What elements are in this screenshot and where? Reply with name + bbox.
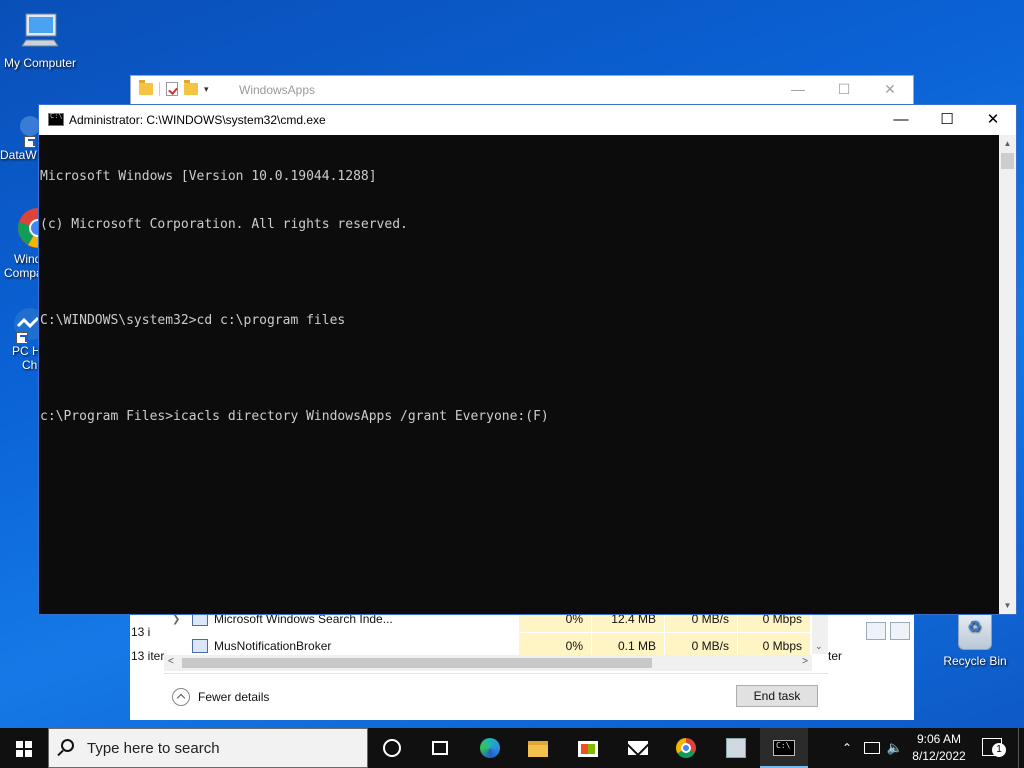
command-prompt-taskbar-button[interactable] [760,728,808,768]
computer-icon [18,10,62,54]
mail-taskbar-button[interactable] [614,728,662,768]
desktop-icon-recycle-bin[interactable]: Recycle Bin [935,612,1015,668]
console-output[interactable]: Microsoft Windows [Version 10.0.19044.12… [39,135,999,614]
search-input[interactable] [87,737,357,759]
desktop-icon-label: Wind [14,252,40,266]
scroll-right-icon[interactable]: > [802,656,808,667]
command-prompt-window[interactable]: Administrator: C:\WINDOWS\system32\cmd.e… [38,104,1017,615]
task-view-button[interactable] [416,728,464,768]
start-button[interactable] [0,728,48,768]
chrome-icon [676,738,696,758]
details-view-icon[interactable] [866,622,886,640]
scroll-up-icon[interactable]: ▲ [999,135,1016,152]
desktop-icon-label: My Computer [3,56,77,70]
scroll-left-icon[interactable]: < [168,656,174,667]
fewer-details-label: Fewer details [198,690,270,704]
desktop-icon-windows-compat[interactable]: Wind Compa [0,206,40,280]
scroll-down-icon[interactable]: ⌄ [815,641,823,652]
window-title: Administrator: C:\WINDOWS\system32\cmd.e… [69,113,326,127]
pc-manager-icon [726,738,746,758]
status-text: ter [828,649,843,663]
store-taskbar-button[interactable] [564,728,612,768]
chrome-icon [16,206,40,250]
status-item-count: 13 i [131,625,151,639]
file-explorer-window[interactable]: ▾ WindowsApps — ☐ ✕ [130,75,914,105]
recycle-bin-icon [958,612,992,650]
process-icon [192,639,208,653]
chevron-right-icon[interactable]: ❯ [172,614,180,625]
maximize-button[interactable]: ☐ [924,105,970,135]
task-view-icon [432,741,448,755]
console-line: Microsoft Windows [Version 10.0.19044.12… [40,169,377,184]
folder-icon [528,741,548,757]
window-title: WindowsApps [239,83,316,97]
app-icon [10,108,40,152]
mail-icon [628,741,648,755]
volume-icon[interactable]: 🔈 [884,728,906,768]
desktop-icon-pc-health-check[interactable]: PC H Ch [0,304,40,372]
minimize-button[interactable]: — [878,105,924,135]
edge-icon [480,738,500,758]
search-box[interactable] [48,728,368,768]
end-task-button[interactable]: End task [736,685,818,707]
scrollbar-thumb[interactable] [182,658,652,668]
console-line: c:\Program Files>icacls directory Window… [40,409,549,424]
heart-icon [12,304,40,348]
console-line: C:\WINDOWS\system32>cd c:\program files [40,313,346,328]
clock-time: 9:06 AM [916,732,962,746]
desktop-icon-my-computer[interactable]: My Computer [0,10,80,70]
pc-manager-taskbar-button[interactable] [712,728,760,768]
desktop-icon-datawarehouse[interactable]: DataW [0,108,40,162]
taskbar: ⌃ 🔈 9:06 AM 8/12/2022 1 [0,728,1024,768]
vertical-scrollbar[interactable]: ▲ ▼ [999,135,1016,614]
search-icon [61,739,74,752]
file-explorer-taskbar-button[interactable] [514,728,562,768]
close-button[interactable]: ✕ [970,105,1016,135]
console-line: (c) Microsoft Corporation. All rights re… [40,217,408,232]
scroll-down-icon[interactable]: ▼ [999,597,1016,614]
process-name: MusNotificationBroker [214,639,332,653]
network-icon[interactable] [860,728,882,768]
close-button[interactable]: ✕ [867,76,913,104]
status-item-count: 13 iter [131,649,165,663]
cortana-button[interactable] [368,728,416,768]
folder-icon [139,80,153,95]
shortcut-arrow-icon [24,136,36,148]
maximize-button[interactable]: ☐ [821,76,867,104]
quick-access-toolbar: ▾ [139,80,209,96]
title-bar[interactable]: Administrator: C:\WINDOWS\system32\cmd.e… [39,105,1016,135]
desktop-icon-label: Ch [22,358,38,372]
windows-logo-icon [16,741,32,757]
show-desktop-button[interactable] [1018,728,1024,768]
store-icon [578,741,598,757]
horizontal-scrollbar[interactable]: < > [164,655,812,671]
desktop-icon-label: Recycle Bin [943,654,1007,668]
dropdown-icon[interactable]: ▾ [204,84,209,95]
chrome-taskbar-button[interactable] [662,728,710,768]
fewer-details-button[interactable]: Fewer details [172,688,269,706]
vertical-scrollbar[interactable]: ⌄ [812,612,828,654]
large-icons-view-icon[interactable] [890,622,910,640]
divider [159,82,160,96]
chevron-up-icon [172,688,190,706]
notification-badge: 1 [992,743,1006,757]
task-manager-footer: Fewer details End task [164,673,828,719]
clock[interactable]: 9:06 AM 8/12/2022 [906,731,972,765]
properties-icon[interactable] [166,82,178,96]
command-prompt-icon [773,740,795,756]
minimize-button[interactable]: — [775,76,821,104]
cortana-icon [383,739,401,757]
command-prompt-icon [48,112,64,126]
new-folder-icon[interactable] [184,80,198,95]
shortcut-arrow-icon [16,332,28,344]
desktop-icon-label: Compa [4,266,40,280]
clock-date: 8/12/2022 [912,749,966,763]
show-hidden-icons-button[interactable]: ⌃ [836,728,858,768]
scrollbar-thumb[interactable] [1001,153,1014,169]
edge-taskbar-button[interactable] [466,728,514,768]
